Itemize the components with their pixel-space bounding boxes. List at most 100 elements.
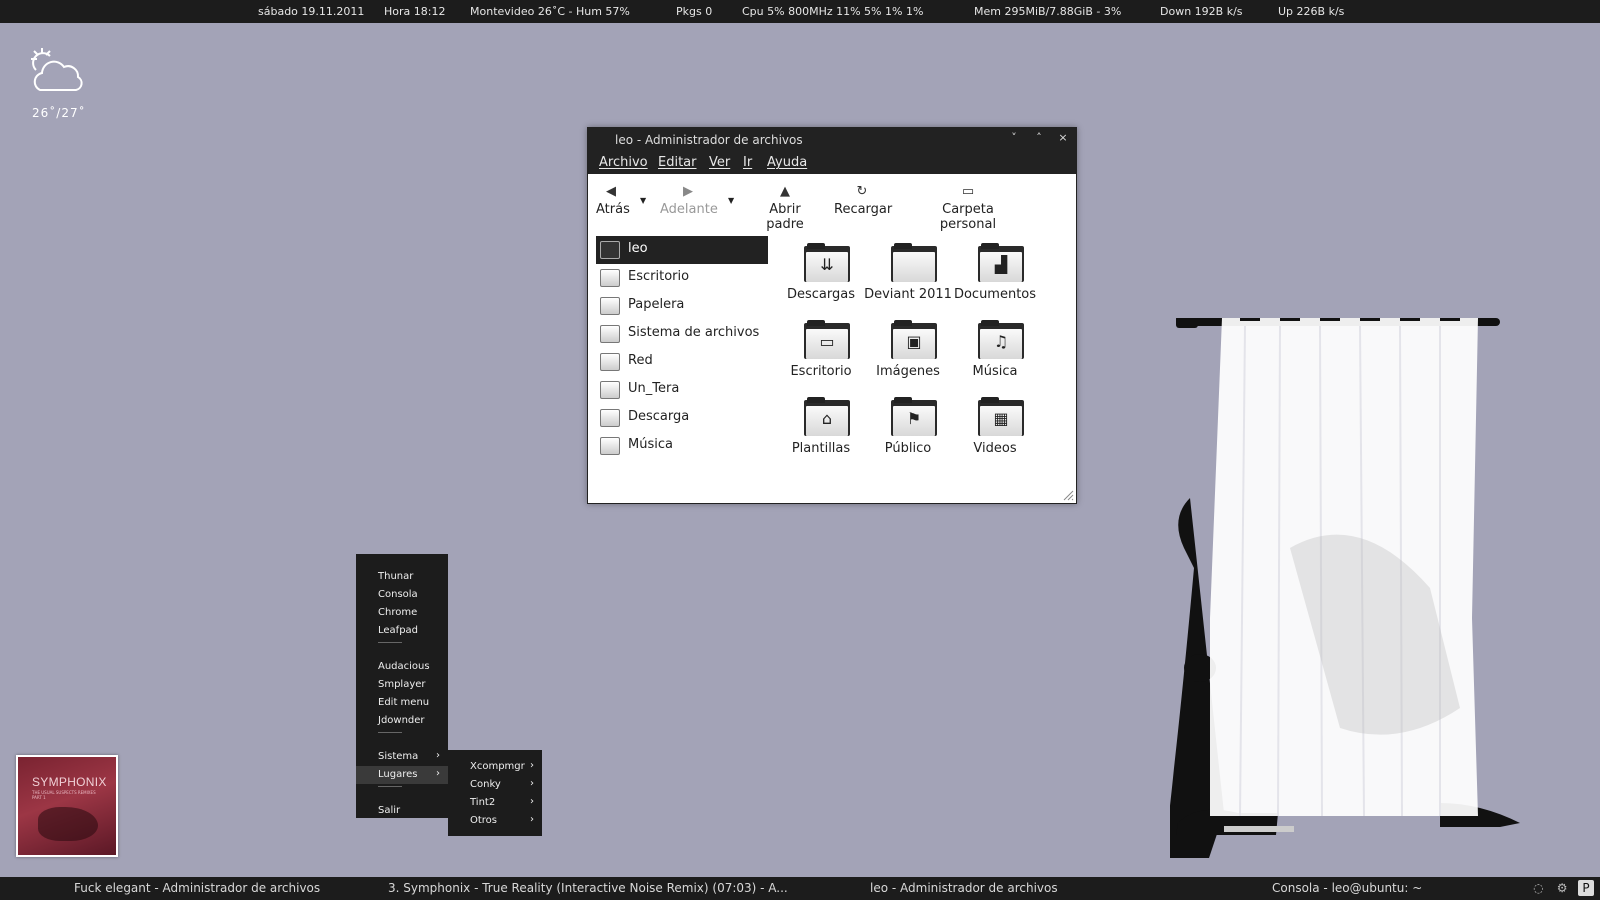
menu-item[interactable]: Chrome bbox=[356, 604, 448, 622]
menu-item-label: Smplayer bbox=[378, 679, 426, 690]
music-folder-icon: ♫ bbox=[978, 320, 1024, 360]
folder-item[interactable]: ⚑ Público bbox=[865, 397, 951, 471]
conky-mem: Mem 295MiB/7.88GiB - 3% bbox=[974, 5, 1122, 18]
settings-tray-icon[interactable]: ⚙ bbox=[1554, 880, 1570, 896]
toolbar: ◀ Atrás ▼ ▶ Adelante ▼ ▲ Abrir padre ↻ R… bbox=[588, 174, 1076, 232]
sidebar-item[interactable]: leo bbox=[596, 236, 768, 264]
videos-folder-icon: ▦ bbox=[978, 397, 1024, 437]
menu-separator bbox=[378, 642, 402, 643]
submenu-item[interactable]: Conky › bbox=[448, 776, 542, 794]
folder-item[interactable]: ⌂ Plantillas bbox=[778, 397, 864, 471]
chevron-right-icon: › bbox=[530, 778, 534, 789]
openbox-root-menu: Thunar Consola Chrome Leafpad Audacious Smpla… bbox=[356, 554, 448, 818]
system-tray: ◌ ⚙ P bbox=[1526, 880, 1594, 898]
menu-ir[interactable]: Ir bbox=[743, 155, 752, 170]
conky-pkgs: Pkgs 0 bbox=[676, 5, 713, 18]
cloud-sun-icon bbox=[31, 48, 83, 91]
folder-label: Documentos bbox=[953, 287, 1037, 302]
open-parent-label: Abrir padre bbox=[766, 202, 804, 232]
sidebar-item[interactable]: Descarga bbox=[596, 404, 768, 432]
music-folder-icon bbox=[600, 437, 620, 455]
menu-item[interactable]: Sistema › bbox=[356, 748, 448, 766]
forward-label: Adelante bbox=[660, 202, 718, 217]
task-consola[interactable]: Consola - leo@ubuntu: ~ bbox=[1272, 881, 1422, 895]
resize-grip-icon[interactable] bbox=[1062, 489, 1074, 501]
conky-up: Up 226B k/s bbox=[1278, 5, 1345, 18]
menu-item-label: Salir bbox=[378, 805, 401, 816]
submenu-item[interactable]: Tint2 › bbox=[448, 794, 542, 812]
back-label: Atrás bbox=[596, 202, 630, 217]
folder-item[interactable]: Deviant 2011 bbox=[864, 243, 952, 317]
sidebar-item[interactable]: Sistema de archivos bbox=[596, 320, 768, 348]
menu-bar: Archivo Editar Ver Ir Ayuda bbox=[588, 152, 1076, 174]
menu-ayuda[interactable]: Ayuda bbox=[767, 155, 807, 170]
folder-item[interactable]: ♫ Música bbox=[952, 320, 1038, 394]
menu-separator bbox=[378, 732, 402, 733]
album-cover[interactable]: SYMPHONIX THE USUAL SUSPECTS REMIXES PAR… bbox=[16, 755, 118, 857]
menu-item[interactable]: Leafpad bbox=[356, 622, 448, 640]
sidebar-item[interactable]: Red bbox=[596, 348, 768, 376]
folder-item[interactable]: ⇊ Descargas bbox=[778, 243, 864, 317]
sidebar-item-label: Música bbox=[628, 437, 673, 452]
task-symphonix[interactable]: 3. Symphonix - True Reality (Interactive… bbox=[388, 881, 788, 895]
menu-item[interactable]: Consola bbox=[356, 586, 448, 604]
wallpaper-curtain-figure bbox=[1170, 318, 1520, 858]
folder-item[interactable]: ▣ Imágenes bbox=[865, 320, 951, 394]
sidebar-item-label: Descarga bbox=[628, 409, 690, 424]
menu-item-label: Chrome bbox=[378, 607, 418, 618]
conky-cpu: Cpu 5% 800MHz 11% 5% 1% 1% bbox=[742, 5, 924, 18]
menu-item[interactable]: Lugares › bbox=[356, 766, 448, 784]
menu-item[interactable]: Audacious bbox=[356, 658, 448, 676]
sidebar-item-label: Red bbox=[628, 353, 653, 368]
submenu-item[interactable]: Xcompmgr › bbox=[448, 758, 542, 776]
downloads-folder-icon: ⇊ bbox=[804, 243, 850, 283]
forward-button[interactable]: ▶ Adelante bbox=[660, 182, 718, 217]
forward-dropdown-icon[interactable]: ▼ bbox=[728, 196, 734, 205]
menu-item[interactable]: Salir bbox=[356, 802, 448, 820]
sidebar-item[interactable]: Papelera bbox=[596, 292, 768, 320]
folder-label: Música bbox=[972, 364, 1018, 379]
sidebar-item[interactable]: Un_Tera bbox=[596, 376, 768, 404]
album-art: SYMPHONIX THE USUAL SUSPECTS REMIXES PAR… bbox=[18, 757, 116, 855]
back-button[interactable]: ◀ Atrás bbox=[596, 182, 630, 217]
folder-label: Deviant 2011 bbox=[864, 287, 952, 302]
back-dropdown-icon[interactable]: ▼ bbox=[640, 196, 646, 205]
window-titlebar[interactable]: leo - Administrador de archivos ˅ ˄ × bbox=[588, 128, 1076, 152]
sidebar-item-label: Un_Tera bbox=[628, 381, 680, 396]
arrow-left-icon: ◀ bbox=[606, 184, 616, 199]
menu-archivo[interactable]: Archivo bbox=[599, 155, 648, 170]
chevron-right-icon: › bbox=[530, 760, 534, 771]
close-button[interactable]: × bbox=[1055, 131, 1071, 147]
folder-label: Escritorio bbox=[790, 364, 852, 379]
sidebar-item-label: Papelera bbox=[628, 297, 685, 312]
sidebar-item[interactable]: Escritorio bbox=[596, 264, 768, 292]
submenu-item[interactable]: Otros › bbox=[448, 812, 542, 830]
menu-editar[interactable]: Editar bbox=[658, 155, 697, 170]
pictures-folder-icon: ▣ bbox=[891, 320, 937, 360]
drive-icon bbox=[600, 381, 620, 399]
templates-folder-icon: ⌂ bbox=[804, 397, 850, 437]
menu-item[interactable]: Thunar bbox=[356, 568, 448, 586]
reload-button[interactable]: ↻ Recargar bbox=[834, 182, 892, 217]
folder-item[interactable]: ▟ Documentos bbox=[952, 243, 1038, 317]
menu-item[interactable]: Smplayer bbox=[356, 676, 448, 694]
package-tray-icon[interactable]: P bbox=[1578, 880, 1594, 896]
open-parent-button[interactable]: ▲ Abrir padre bbox=[750, 182, 820, 232]
menu-item[interactable]: Jdownder bbox=[356, 712, 448, 730]
minimize-button[interactable]: ˅ bbox=[1006, 131, 1022, 147]
maximize-button[interactable]: ˄ bbox=[1031, 131, 1047, 147]
menu-item-label: Lugares bbox=[378, 769, 418, 780]
menu-ver[interactable]: Ver bbox=[709, 155, 730, 170]
folder-item[interactable]: ▭ Escritorio bbox=[778, 320, 864, 394]
folder-item[interactable]: ▦ Videos bbox=[952, 397, 1038, 471]
home-button[interactable]: ▭ Carpeta personal bbox=[916, 182, 1020, 232]
sidebar-item[interactable]: Música bbox=[596, 432, 768, 460]
network-tray-icon[interactable]: ◌ bbox=[1530, 880, 1546, 896]
documents-folder-icon: ▟ bbox=[978, 243, 1024, 283]
chevron-right-icon: › bbox=[436, 768, 440, 779]
album-artist: SYMPHONIX bbox=[32, 775, 107, 789]
album-subtitle: THE USUAL SUSPECTS REMIXES PART 1 bbox=[32, 790, 96, 800]
task-leo-file-manager[interactable]: leo - Administrador de archivos bbox=[870, 881, 1058, 895]
menu-item[interactable]: Edit menu bbox=[356, 694, 448, 712]
task-fuck-elegant[interactable]: Fuck elegant - Administrador de archivos bbox=[74, 881, 320, 895]
